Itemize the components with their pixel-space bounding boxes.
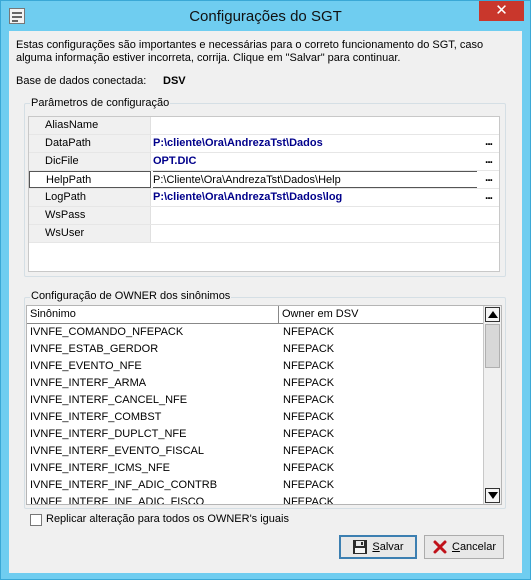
triangle-down-icon — [488, 492, 498, 499]
database-value: DSV — [163, 75, 186, 87]
param-name: DicFile — [29, 153, 151, 170]
title-bar[interactable]: Configurações do SGT ✕ — [1, 1, 530, 31]
param-name: WsPass — [29, 207, 151, 224]
owner-cell[interactable]: NFEPACK — [283, 460, 334, 477]
param-value[interactable]: P:\Cliente\Ora\AndrezaTst\Dados\Help — [153, 171, 477, 188]
param-row-datapath[interactable]: DataPath P:\cliente\Ora\AndrezaTst\Dados… — [29, 135, 499, 153]
param-value[interactable]: P:\cliente\Ora\AndrezaTst\Dados — [153, 135, 477, 152]
param-name: WsUser — [29, 225, 151, 242]
synonym-cell: IVNFE_EVENTO_NFE — [30, 360, 142, 372]
close-icon: ✕ — [495, 2, 508, 19]
param-name: DataPath — [29, 135, 151, 152]
intro-text: Estas configurações são importantes e ne… — [16, 39, 484, 64]
table-row[interactable]: IVNFE_INTERF_ICMS_NFE NFEPACK — [27, 460, 483, 477]
synonym-cell: IVNFE_INTERF_ARMA — [30, 377, 147, 389]
param-value[interactable] — [153, 117, 477, 134]
owner-grid: Sinônimo Owner em DSV IVNFE_COMANDO_NFEP… — [26, 305, 502, 505]
owner-cell[interactable]: NFEPACK — [283, 426, 334, 443]
table-row[interactable]: IVNFE_ESTAB_GERDOR NFEPACK — [27, 341, 483, 358]
scroll-up-button[interactable] — [485, 307, 500, 322]
owner-cell[interactable]: NFEPACK — [283, 494, 334, 504]
close-button[interactable]: ✕ — [479, 1, 524, 21]
synonym-cell: IVNFE_INTERF_DUPLCT_NFE — [30, 428, 187, 440]
triangle-up-icon — [488, 311, 498, 318]
owner-cell[interactable]: NFEPACK — [283, 392, 334, 409]
owner-cell[interactable]: NFEPACK — [283, 341, 334, 358]
synonym-cell: IVNFE_COMANDO_NFEPACK — [30, 326, 184, 338]
param-row-wspass[interactable]: WsPass — [29, 207, 499, 225]
floppy-disk-icon — [353, 540, 368, 554]
replicate-checkbox[interactable] — [30, 514, 42, 526]
window-title: Configurações do SGT — [189, 8, 342, 25]
synonym-cell: IVNFE_INTERF_INF_ADIC_FISCO — [30, 496, 205, 505]
table-row[interactable]: IVNFE_EVENTO_NFE NFEPACK — [27, 358, 483, 375]
param-row-helppath[interactable]: HelpPath P:\Cliente\Ora\AndrezaTst\Dados… — [29, 171, 499, 189]
params-group-title: Parâmetros de configuração — [30, 97, 171, 110]
synonym-cell: IVNFE_INTERF_COMBST — [30, 411, 162, 423]
save-button-label: Salvar — [372, 541, 404, 553]
synonym-cell: IVNFE_INTERF_INF_ADIC_CONTRB — [30, 479, 218, 491]
table-row[interactable]: IVNFE_INTERF_COMBST NFEPACK — [27, 409, 483, 426]
owner-cell[interactable]: NFEPACK — [283, 477, 334, 494]
scroll-thumb[interactable] — [485, 324, 500, 368]
param-name: AliasName — [29, 117, 151, 134]
column-header-synonym[interactable]: Sinônimo — [27, 306, 279, 323]
synonym-cell: IVNFE_INTERF_EVENTO_FISCAL — [30, 445, 205, 457]
browse-button[interactable]: ... — [480, 135, 497, 151]
owner-cell[interactable]: NFEPACK — [283, 358, 334, 375]
param-value[interactable] — [153, 207, 477, 224]
cancel-icon — [433, 540, 447, 554]
owner-group-title: Configuração de OWNER dos sinônimos — [30, 290, 232, 303]
table-row[interactable]: IVNFE_INTERF_DUPLCT_NFE NFEPACK — [27, 426, 483, 443]
browse-button[interactable]: ... — [480, 171, 497, 187]
column-header-owner[interactable]: Owner em DSV — [279, 306, 483, 323]
replicate-label[interactable]: Replicar alteração para todos os OWNER's… — [46, 513, 289, 525]
owner-cell[interactable]: NFEPACK — [283, 375, 334, 392]
synonym-cell: IVNFE_INTERF_CANCEL_NFE — [30, 394, 188, 406]
vertical-scrollbar[interactable] — [483, 306, 501, 504]
owner-grid-body: IVNFE_COMANDO_NFEPACK NFEPACK IVNFE_ESTAB… — [27, 324, 483, 505]
param-name: HelpPath — [29, 171, 151, 188]
owner-cell[interactable]: NFEPACK — [283, 324, 334, 341]
synonym-cell: IVNFE_INTERF_ICMS_NFE — [30, 462, 170, 474]
param-value[interactable]: OPT.DIC — [153, 153, 477, 170]
owner-cell[interactable]: NFEPACK — [283, 409, 334, 426]
table-row[interactable]: IVNFE_COMANDO_NFEPACK NFEPACK — [27, 324, 483, 341]
table-row[interactable]: IVNFE_INTERF_EVENTO_FISCAL NFEPACK — [27, 443, 483, 460]
owner-grid-header: Sinônimo Owner em DSV — [27, 306, 483, 324]
param-row-wsuser[interactable]: WsUser — [29, 225, 499, 243]
table-row[interactable]: IVNFE_INTERF_ARMA NFEPACK — [27, 375, 483, 392]
params-grid: AliasName DataPath P:\cliente\Ora\Andrez… — [28, 116, 500, 272]
param-row-dicfile[interactable]: DicFile OPT.DIC ... — [29, 153, 499, 171]
browse-button[interactable]: ... — [480, 153, 497, 169]
table-row[interactable]: IVNFE_INTERF_INF_ADIC_CONTRB NFEPACK — [27, 477, 483, 494]
param-row-logpath[interactable]: LogPath P:\cliente\Ora\AndrezaTst\Dados\… — [29, 189, 499, 207]
save-button[interactable]: Salvar — [339, 535, 417, 559]
param-name: LogPath — [29, 189, 151, 206]
param-value[interactable] — [153, 225, 477, 242]
table-row[interactable]: IVNFE_INTERF_CANCEL_NFE NFEPACK — [27, 392, 483, 409]
cancel-button-label: Cancelar — [451, 541, 497, 553]
browse-button[interactable]: ... — [480, 189, 497, 205]
owner-cell[interactable]: NFEPACK — [283, 443, 334, 460]
scroll-down-button[interactable] — [485, 488, 500, 503]
database-label: Base de dados conectada: — [16, 75, 147, 87]
param-row-aliasname[interactable]: AliasName — [29, 117, 499, 135]
cancel-button[interactable]: Cancelar — [424, 535, 504, 559]
synonym-cell: IVNFE_ESTAB_GERDOR — [30, 343, 159, 355]
param-value[interactable]: P:\cliente\Ora\AndrezaTst\Dados\log — [153, 189, 477, 206]
table-row[interactable]: IVNFE_INTERF_INF_ADIC_FISCO NFEPACK — [27, 494, 483, 505]
